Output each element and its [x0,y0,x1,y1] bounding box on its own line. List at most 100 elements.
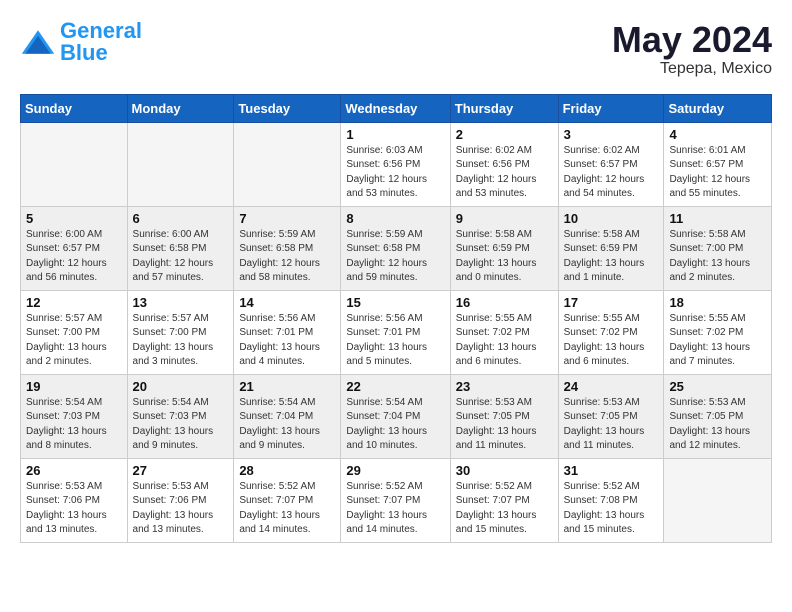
day-info: Sunrise: 5:52 AM Sunset: 7:07 PM Dayligh… [346,480,444,538]
calendar-week-row: 19 Sunrise: 5:54 AM Sunset: 7:03 PM Dayli… [21,374,772,458]
day-info: Sunrise: 5:54 AM Sunset: 7:03 PM Dayligh… [133,396,229,454]
day-number: 11 [669,211,766,226]
table-row: 29Sunrise: 5:52 AM Sunset: 7:07 PM Dayli… [341,458,450,542]
table-row: 7 Sunrise: 5:59 AM Sunset: 6:58 PM Daylig… [234,206,341,290]
day-info: Sunrise: 5:59 AM Sunset: 6:58 PM Dayligh… [239,228,335,286]
logo-text: GeneralBlue [60,20,142,64]
day-number: 15 [346,295,444,310]
table-row: 25 Sunrise: 5:53 AM Sunset: 7:05 PM Dayli… [664,374,772,458]
table-row: 14 Sunrise: 5:56 AM Sunset: 7:01 PM Dayli… [234,290,341,374]
table-row: 21Sunrise: 5:54 AM Sunset: 7:04 PM Dayli… [234,374,341,458]
day-info: Sunrise: 6:03 AM Sunset: 6:56 PM Dayligh… [346,144,444,202]
day-number: 22 [346,379,444,394]
day-number: 2 [456,127,553,142]
day-info: Sunrise: 5:58 AM Sunset: 6:59 PM Dayligh… [564,228,659,286]
day-number: 5 [26,211,122,226]
day-info: Sunrise: 5:54 AM Sunset: 7:04 PM Dayligh… [239,396,335,454]
day-info: Sunrise: 5:56 AM Sunset: 7:01 PM Dayligh… [346,312,444,370]
day-info: Sunrise: 6:00 AM Sunset: 6:57 PM Dayligh… [26,228,122,286]
day-info: Sunrise: 5:53 AM Sunset: 7:06 PM Dayligh… [133,480,229,538]
table-row: 11 Sunrise: 5:58 AM Sunset: 7:00 PM Dayli… [664,206,772,290]
day-info: Sunrise: 6:02 AM Sunset: 6:57 PM Dayligh… [564,144,659,202]
day-number: 19 [26,379,122,394]
table-row: 10 Sunrise: 5:58 AM Sunset: 6:59 PM Dayli… [558,206,664,290]
calendar-title: May 2024 [612,20,772,60]
day-info: Sunrise: 5:53 AM Sunset: 7:05 PM Dayligh… [564,396,659,454]
day-info: Sunrise: 5:54 AM Sunset: 7:04 PM Dayligh… [346,396,444,454]
calendar-week-row: 26Sunrise: 5:53 AM Sunset: 7:06 PM Dayli… [21,458,772,542]
day-info: Sunrise: 5:58 AM Sunset: 7:00 PM Dayligh… [669,228,766,286]
day-number: 8 [346,211,444,226]
table-row [664,458,772,542]
day-number: 23 [456,379,553,394]
table-row: 13Sunrise: 5:57 AM Sunset: 7:00 PM Dayli… [127,290,234,374]
day-info: Sunrise: 5:59 AM Sunset: 6:58 PM Dayligh… [346,228,444,286]
day-number: 3 [564,127,659,142]
day-info: Sunrise: 5:57 AM Sunset: 7:00 PM Dayligh… [26,312,122,370]
day-info: Sunrise: 5:53 AM Sunset: 7:05 PM Dayligh… [456,396,553,454]
page-header: GeneralBlue May 2024 Tepepa, Mexico [20,20,772,78]
day-number: 6 [133,211,229,226]
day-info: Sunrise: 6:02 AM Sunset: 6:56 PM Dayligh… [456,144,553,202]
day-info: Sunrise: 5:54 AM Sunset: 7:03 PM Dayligh… [26,396,122,454]
table-row: 26Sunrise: 5:53 AM Sunset: 7:06 PM Dayli… [21,458,128,542]
day-info: Sunrise: 5:55 AM Sunset: 7:02 PM Dayligh… [456,312,553,370]
table-row [127,122,234,206]
day-info: Sunrise: 5:56 AM Sunset: 7:01 PM Dayligh… [239,312,335,370]
table-row: 2 Sunrise: 6:02 AM Sunset: 6:56 PM Daylig… [450,122,558,206]
day-info: Sunrise: 5:52 AM Sunset: 7:07 PM Dayligh… [456,480,553,538]
day-info: Sunrise: 5:55 AM Sunset: 7:02 PM Dayligh… [564,312,659,370]
day-info: Sunrise: 5:58 AM Sunset: 6:59 PM Dayligh… [456,228,553,286]
logo-icon [20,28,56,56]
day-info: Sunrise: 5:53 AM Sunset: 7:06 PM Dayligh… [26,480,122,538]
table-row [234,122,341,206]
table-row: 6 Sunrise: 6:00 AM Sunset: 6:58 PM Daylig… [127,206,234,290]
calendar-table: Sunday Monday Tuesday Wednesday Thursday… [20,94,772,543]
day-info: Sunrise: 5:52 AM Sunset: 7:08 PM Dayligh… [564,480,659,538]
day-info: Sunrise: 5:55 AM Sunset: 7:02 PM Dayligh… [669,312,766,370]
table-row: 27 Sunrise: 5:53 AM Sunset: 7:06 PM Dayli… [127,458,234,542]
table-row [21,122,128,206]
day-number: 10 [564,211,659,226]
day-number: 20 [133,379,229,394]
table-row: 17Sunrise: 5:55 AM Sunset: 7:02 PM Dayli… [558,290,664,374]
day-number: 7 [239,211,335,226]
table-row: 19 Sunrise: 5:54 AM Sunset: 7:03 PM Dayli… [21,374,128,458]
calendar-week-row: 5 Sunrise: 6:00 AM Sunset: 6:57 PM Daylig… [21,206,772,290]
table-row: 16 Sunrise: 5:55 AM Sunset: 7:02 PM Dayli… [450,290,558,374]
day-info: Sunrise: 5:52 AM Sunset: 7:07 PM Dayligh… [239,480,335,538]
day-number: 18 [669,295,766,310]
day-number: 1 [346,127,444,142]
table-row: 23 Sunrise: 5:53 AM Sunset: 7:05 PM Dayli… [450,374,558,458]
day-info: Sunrise: 5:57 AM Sunset: 7:00 PM Dayligh… [133,312,229,370]
table-row: 8 Sunrise: 5:59 AM Sunset: 6:58 PM Daylig… [341,206,450,290]
table-row: 18 Sunrise: 5:55 AM Sunset: 7:02 PM Dayli… [664,290,772,374]
day-number: 25 [669,379,766,394]
table-row: 28Sunrise: 5:52 AM Sunset: 7:07 PM Dayli… [234,458,341,542]
header-monday: Monday [127,94,234,122]
header-sunday: Sunday [21,94,128,122]
day-number: 30 [456,463,553,478]
calendar-week-row: 1 Sunrise: 6:03 AM Sunset: 6:56 PM Daylig… [21,122,772,206]
table-row: 1 Sunrise: 6:03 AM Sunset: 6:56 PM Daylig… [341,122,450,206]
table-row: 30 Sunrise: 5:52 AM Sunset: 7:07 PM Dayli… [450,458,558,542]
title-block: May 2024 Tepepa, Mexico [612,20,772,78]
day-number: 16 [456,295,553,310]
day-number: 27 [133,463,229,478]
table-row: 15 Sunrise: 5:56 AM Sunset: 7:01 PM Dayli… [341,290,450,374]
day-info: Sunrise: 6:00 AM Sunset: 6:58 PM Dayligh… [133,228,229,286]
table-row: 9Sunrise: 5:58 AM Sunset: 6:59 PM Daylig… [450,206,558,290]
table-row: 4Sunrise: 6:01 AM Sunset: 6:57 PM Daylig… [664,122,772,206]
calendar-subtitle: Tepepa, Mexico [612,60,772,78]
table-row: 5 Sunrise: 6:00 AM Sunset: 6:57 PM Daylig… [21,206,128,290]
header-friday: Friday [558,94,664,122]
day-info: Sunrise: 5:53 AM Sunset: 7:05 PM Dayligh… [669,396,766,454]
logo: GeneralBlue [20,20,142,64]
day-number: 14 [239,295,335,310]
table-row: 22 Sunrise: 5:54 AM Sunset: 7:04 PM Dayli… [341,374,450,458]
day-number: 12 [26,295,122,310]
day-number: 31 [564,463,659,478]
day-info: Sunrise: 6:01 AM Sunset: 6:57 PM Dayligh… [669,144,766,202]
header-saturday: Saturday [664,94,772,122]
table-row: 3 Sunrise: 6:02 AM Sunset: 6:57 PM Daylig… [558,122,664,206]
